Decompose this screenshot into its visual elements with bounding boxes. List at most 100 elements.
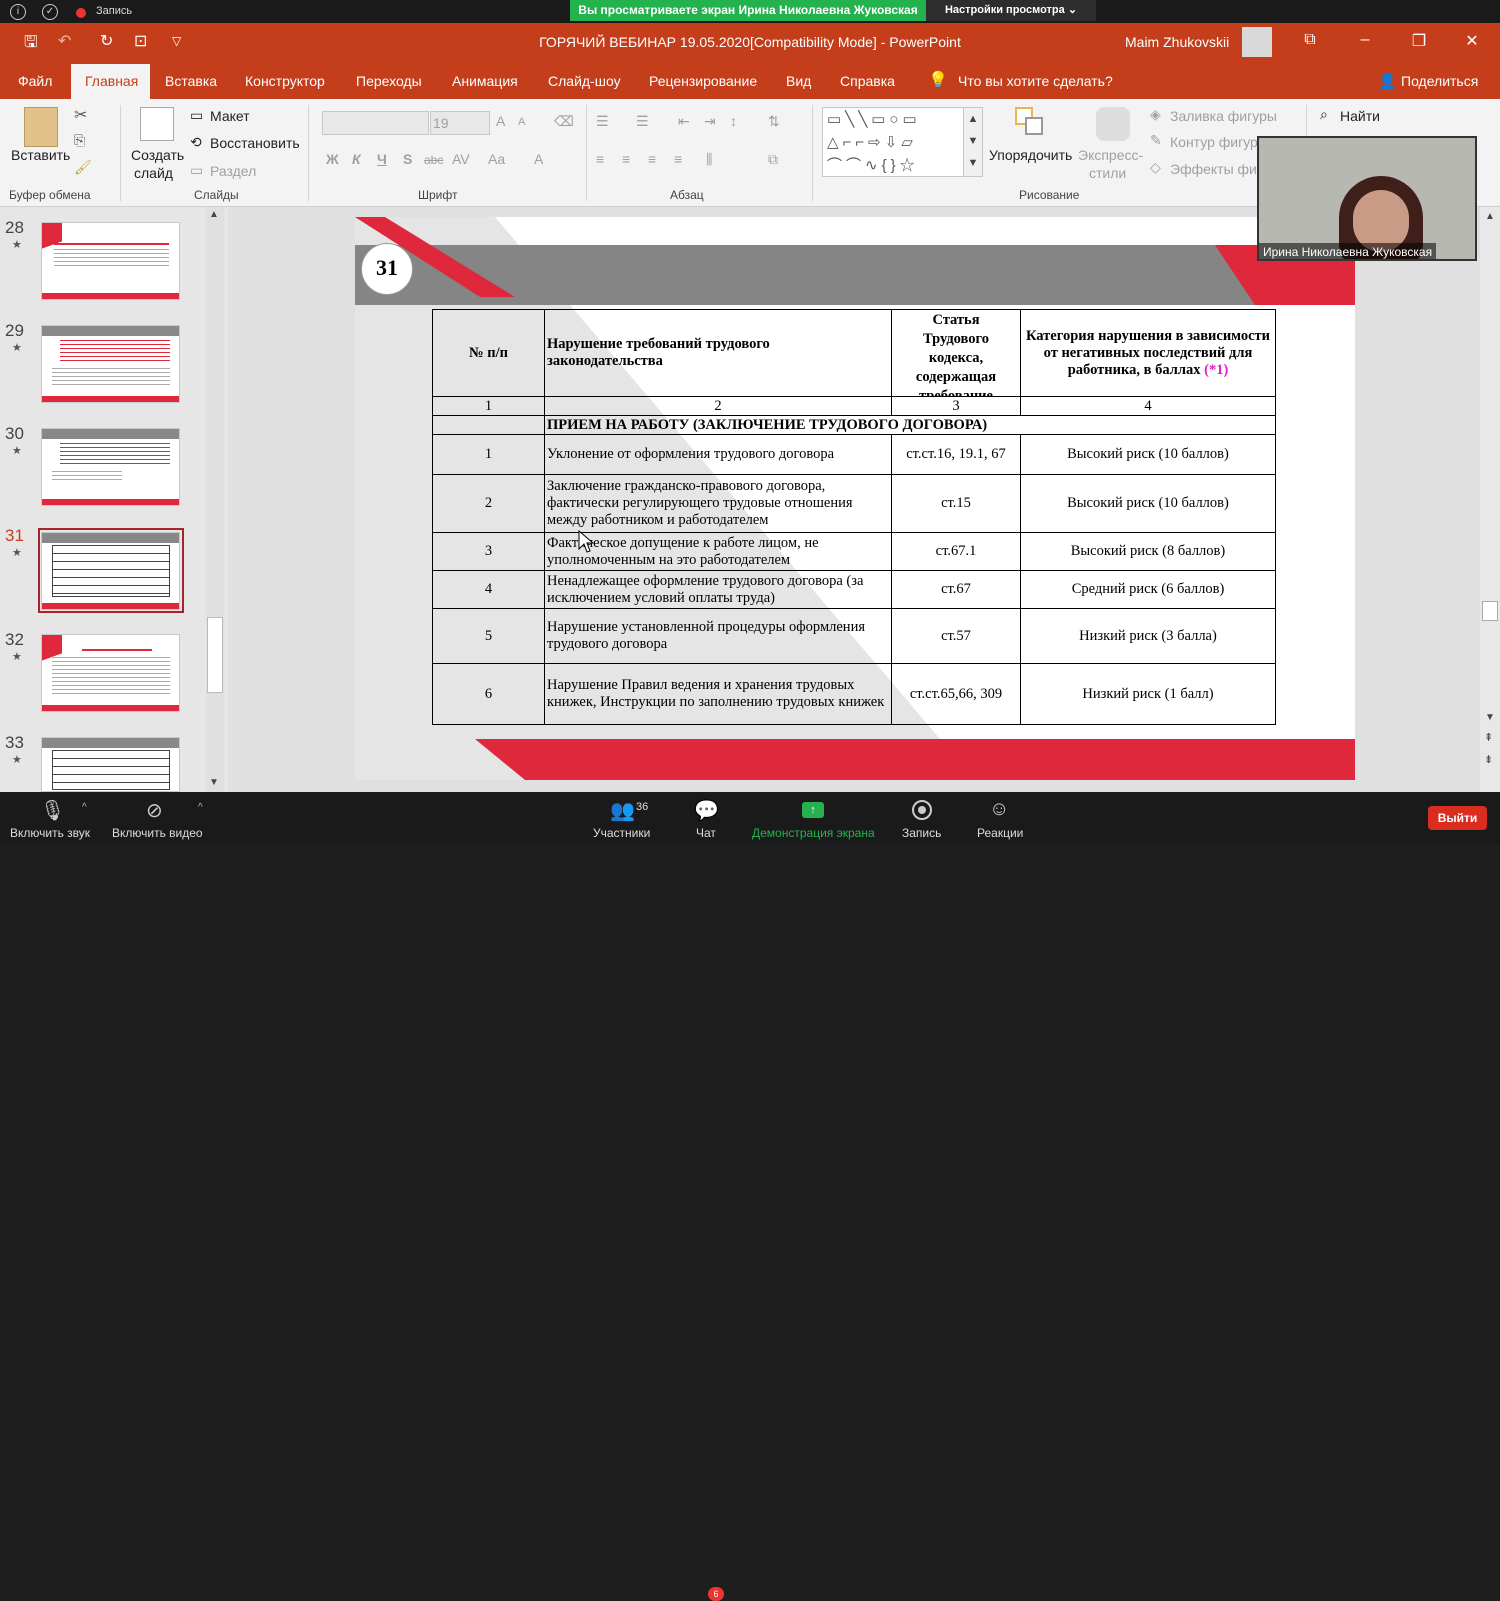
tab-review[interactable]: Рецензирование [649,73,757,89]
tab-design[interactable]: Конструктор [245,73,325,89]
share-screen-icon[interactable]: ↑ [802,802,824,818]
reset-icon[interactable]: ⟲ [190,134,202,151]
tab-animations[interactable]: Анимация [452,73,518,89]
canvas-scrollbar[interactable]: ▲ ▼ ⇞ ⇟ [1480,207,1500,792]
participants-button[interactable]: Участники [593,826,650,840]
new-slide-button[interactable]: Создать [131,147,184,163]
shape-effects-icon[interactable]: ◇ [1150,159,1161,176]
paste-button[interactable]: Вставить [11,147,70,163]
strikethrough-icon[interactable]: abc [424,153,443,167]
grow-font-icon[interactable]: A [496,113,505,129]
start-video-button[interactable]: Включить видео [112,826,203,840]
justify-icon[interactable]: ≡ [674,151,682,167]
tell-me-input[interactable]: Что вы хотите сделать? [958,73,1113,89]
slide-thumbnail-29[interactable] [41,325,180,403]
tab-insert[interactable]: Вставка [165,73,217,89]
shape-outline-button[interactable]: Контур фигур [1170,134,1258,150]
tab-view[interactable]: Вид [786,73,811,89]
decrease-indent-icon[interactable]: ⇤ [678,113,690,130]
font-size-select[interactable]: 19 [430,111,490,135]
align-left-icon[interactable]: ≡ [596,151,604,167]
unmute-button[interactable]: Включить звук [10,826,90,840]
bullets-icon[interactable]: ☰ [596,113,609,130]
slide-thumbnails-pane[interactable]: 28 ★ 29 ★ 30 ★ 31 ★ 32 ★ 33 ★ ▲ ▼ [0,207,228,792]
slide-thumbnail-30[interactable] [41,428,180,506]
shield-icon[interactable]: ✓ [42,4,58,20]
text-direction-icon[interactable]: ⇅ [768,113,780,130]
video-options-chevron-icon[interactable]: ^ [198,802,203,813]
clear-format-icon[interactable]: ⌫ [554,113,574,130]
reactions-button[interactable]: Реакции [977,826,1023,840]
shape-fill-button[interactable]: Заливка фигуры [1170,108,1277,124]
shadow-icon[interactable]: S [403,151,412,167]
quick-styles-button-line2[interactable]: стили [1089,165,1126,181]
audio-options-chevron-icon[interactable]: ^ [82,802,87,813]
increase-indent-icon[interactable]: ⇥ [704,113,716,130]
layout-icon[interactable]: ▭ [190,107,203,124]
user-name[interactable]: Maim Zhukovskii [1125,34,1229,50]
slide-thumbnail-28[interactable] [41,222,180,300]
ribbon-display-icon[interactable]: ⧉ [1295,31,1325,49]
slide-thumbnail-31[interactable] [41,532,180,610]
layout-button[interactable]: Макет [210,108,250,124]
tab-file[interactable]: Файл [18,73,52,89]
chat-button[interactable]: Чат [696,826,716,840]
cut-icon[interactable]: ✂ [74,105,87,125]
video-off-icon[interactable]: ⊘ [146,798,163,823]
close-icon[interactable]: ✕ [1457,31,1487,51]
participants-icon[interactable]: 👥 [610,798,635,823]
slide-thumbnail-32[interactable] [41,634,180,712]
share-screen-button[interactable]: Демонстрация экрана [752,826,875,840]
underline-icon[interactable]: Ч [377,151,387,167]
smartart-icon[interactable]: ⧉ [768,151,778,168]
scroll-thumb[interactable] [1482,601,1498,621]
scroll-thumb[interactable] [207,617,223,693]
numbering-icon[interactable]: ☰ [636,113,649,130]
record-button[interactable]: Запись [902,826,941,840]
quick-styles-icon[interactable] [1096,107,1130,141]
tab-transitions[interactable]: Переходы [356,73,422,89]
quick-styles-button[interactable]: Экспресс- [1078,147,1143,163]
minimize-icon[interactable]: – [1350,31,1380,49]
section-icon[interactable]: ▭ [190,162,203,179]
format-painter-icon[interactable]: 🖌 [74,159,92,176]
thumbnail-scrollbar[interactable]: ▲ ▼ [206,207,224,792]
find-button[interactable]: Найти [1340,108,1380,124]
presenter-video[interactable]: Ирина Николаевна Жуковская [1257,136,1477,261]
char-spacing-icon[interactable]: AV [452,151,470,167]
chat-icon[interactable]: 💬 [694,798,719,823]
slide[interactable]: 31 № п/п Нарушение требований трудового … [355,217,1355,780]
tab-help[interactable]: Справка [840,73,895,89]
tab-home[interactable]: Главная [85,73,138,89]
paste-icon[interactable] [24,107,58,147]
muted-mic-icon[interactable]: 🎙 [40,798,65,823]
shrink-font-icon[interactable]: A [518,116,525,128]
find-icon[interactable]: ⌕ [1320,106,1328,123]
change-case-icon[interactable]: Aa [488,151,505,167]
font-color-icon[interactable]: A [534,151,543,167]
new-slide-icon[interactable] [140,107,174,141]
restore-icon[interactable]: ❐ [1404,31,1434,51]
line-spacing-icon[interactable]: ↕ [730,113,737,129]
section-button[interactable]: Раздел [210,163,256,179]
shape-outline-icon[interactable]: ✎ [1150,132,1162,149]
shape-effects-button[interactable]: Эффекты фиг [1170,161,1262,177]
columns-icon[interactable]: ⫼ [706,151,712,168]
scroll-down-icon[interactable]: ▼ [1485,712,1495,723]
next-slide-icon[interactable]: ⇟ [1484,753,1493,766]
arrange-icon[interactable] [1015,107,1045,137]
shapes-gallery[interactable]: ▭╲╲▭○▭ △⌐⌐⇨⇩▱ ⌒⌒∿{}☆ [822,107,972,177]
scroll-up-icon[interactable]: ▲ [1485,211,1495,222]
shape-fill-icon[interactable]: ◈ [1150,106,1161,123]
scroll-down-icon[interactable]: ▼ [209,777,219,788]
bold-icon[interactable]: Ж [326,151,339,167]
arrange-button[interactable]: Упорядочить [989,147,1072,163]
italic-icon[interactable]: К [352,151,361,167]
new-slide-button-line2[interactable]: слайд [134,165,173,181]
slide-thumbnail-33[interactable] [41,737,180,792]
shapes-gallery-scroll[interactable]: ▲ ▼ ▼ [963,107,983,177]
share-button[interactable]: Поделиться [1401,73,1478,89]
align-right-icon[interactable]: ≡ [648,151,656,167]
view-options-button[interactable]: Настройки просмотра ⌄ [926,0,1096,21]
copy-icon[interactable]: ⎘ [74,132,85,149]
